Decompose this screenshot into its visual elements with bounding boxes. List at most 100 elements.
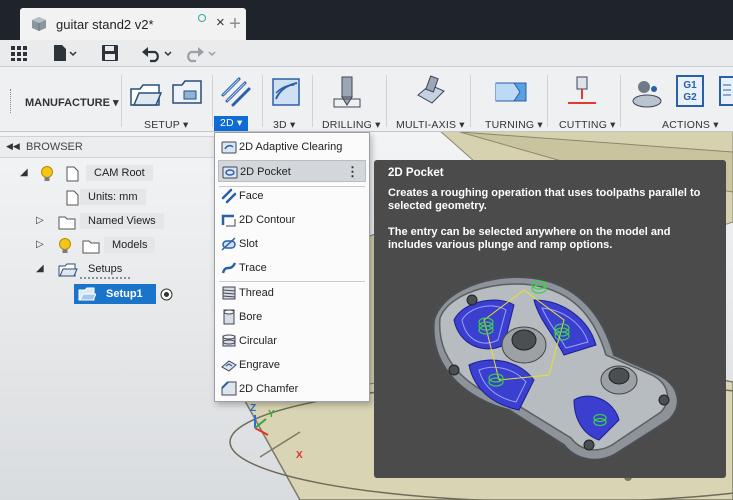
menu-item-2d-adaptive-clearing[interactable]: 2D Adaptive Clearing xyxy=(218,136,366,158)
tree-label-setups: Setups xyxy=(80,261,131,279)
separator xyxy=(121,75,122,127)
group-actions[interactable]: ACTIONS ▾ xyxy=(662,119,719,131)
undo-icon[interactable] xyxy=(141,44,175,64)
new-setup-icon[interactable] xyxy=(128,75,162,109)
tree-label-setup1: Setup1 xyxy=(106,288,143,300)
menu-item-label: Bore xyxy=(239,311,263,323)
separator xyxy=(620,75,621,127)
menu-item-bore[interactable]: Bore xyxy=(218,306,366,328)
group-setup[interactable]: SETUP ▾ xyxy=(144,119,188,131)
tooltip-paragraph-1: Creates a roughing operation that uses t… xyxy=(388,187,701,212)
menu-item-face[interactable]: Face xyxy=(218,185,366,207)
tree-node-cam-root[interactable]: ◢ CAM Root xyxy=(20,164,160,184)
group-2d[interactable]: 2D ▾ xyxy=(214,116,249,131)
bore-icon xyxy=(223,309,235,325)
expand-triangle-icon[interactable]: ▷ xyxy=(36,239,44,250)
thread-icon xyxy=(222,286,236,300)
tree-node-setups[interactable]: ◢ Setups xyxy=(36,260,176,280)
pocket-icon xyxy=(222,166,238,179)
menu-item-2d-pocket[interactable]: 2D Pocket ⋮ xyxy=(218,160,366,182)
group-cutting-label: CUTTING xyxy=(559,119,608,131)
tree-node-setup1[interactable]: Setup1 xyxy=(74,284,156,304)
menu-item-slot[interactable]: Slot xyxy=(218,233,366,255)
document-icon xyxy=(66,166,79,182)
document-tab[interactable]: guitar stand2 v2* × xyxy=(20,8,246,40)
tooltip-title: 2D Pocket xyxy=(388,167,444,179)
slot-icon xyxy=(221,237,236,251)
triad-y-label: Y xyxy=(268,409,275,420)
browser-header[interactable]: ◀◀ BROWSER xyxy=(0,136,214,158)
menu-item-circular[interactable]: Circular xyxy=(218,330,366,352)
tree-node-units[interactable]: Units: mm xyxy=(58,188,168,208)
group-turning[interactable]: TURNING ▾ xyxy=(485,119,543,131)
redo-icon[interactable] xyxy=(185,44,219,64)
chamfer-icon xyxy=(221,381,237,396)
menu-item-thread[interactable]: Thread xyxy=(218,282,366,304)
group-multi-axis-label: MULTI-AXIS xyxy=(396,119,457,131)
workspace-switcher[interactable]: MANUFACTURE ▾ xyxy=(25,96,119,109)
group-multi-axis[interactable]: MULTI-AXIS ▾ xyxy=(396,119,465,131)
grid-menu-icon[interactable] xyxy=(10,44,28,64)
setup-sheet-icon[interactable] xyxy=(718,75,733,109)
collapse-browser-icon[interactable]: ◀◀ xyxy=(6,141,20,152)
tree-node-named-views[interactable]: ▷ Named Views xyxy=(36,212,176,232)
menu-item-label: Trace xyxy=(239,262,267,274)
group-3d-label: 3D xyxy=(273,119,287,131)
tooltip-paragraph-2: The entry can be selected anywhere on th… xyxy=(388,226,671,251)
browser-title: BROWSER xyxy=(26,141,83,153)
title-bar: guitar stand2 v2* × + xyxy=(0,0,733,40)
group-3d[interactable]: 3D ▾ xyxy=(273,119,295,131)
collapse-triangle-icon[interactable]: ◢ xyxy=(36,263,44,274)
separator xyxy=(312,75,313,127)
engrave-icon xyxy=(221,360,237,372)
multi-axis-icon[interactable] xyxy=(414,75,448,109)
menu-item-label: Face xyxy=(239,190,264,202)
group-actions-label: ACTIONS xyxy=(662,119,711,131)
tree-label-models: Models xyxy=(104,237,156,253)
g2-label: G2 xyxy=(683,92,697,103)
3d-adaptive-icon[interactable] xyxy=(270,75,304,109)
more-options-icon[interactable]: ⋮ xyxy=(346,164,359,180)
group-drilling-label: DRILLING xyxy=(322,119,373,131)
group-turning-label: TURNING xyxy=(485,119,535,131)
trace-icon xyxy=(221,262,237,274)
drill-icon[interactable] xyxy=(330,75,364,109)
menu-item-label: Circular xyxy=(239,335,277,347)
post-process-button[interactable]: G1 G2 xyxy=(676,75,704,107)
turning-icon[interactable] xyxy=(494,75,528,109)
file-icon[interactable] xyxy=(52,44,78,64)
tree-node-models[interactable]: ▷ Models xyxy=(36,236,176,256)
ribbon-toolbar: MANUFACTURE ▾ SETUP ▾ 2D ▾ 3D ▾ DRILLING… xyxy=(0,67,733,132)
quick-access-toolbar xyxy=(0,40,733,67)
group-drilling[interactable]: DRILLING ▾ xyxy=(322,119,381,131)
folder-icon xyxy=(58,216,76,230)
separator xyxy=(212,75,213,127)
grip-handle[interactable] xyxy=(10,89,12,113)
tree-label-cam-root: CAM Root xyxy=(86,165,153,181)
lightbulb-icon[interactable] xyxy=(58,237,72,255)
pocket-preview-image xyxy=(432,276,679,460)
menu-item-2d-contour[interactable]: 2D Contour xyxy=(218,209,366,231)
lightbulb-icon[interactable] xyxy=(40,165,54,183)
tooltip-2d-pocket: 2D Pocket Creates a roughing operation t… xyxy=(374,160,726,478)
activate-radio-icon[interactable] xyxy=(160,288,173,301)
simulate-icon[interactable] xyxy=(630,75,664,109)
group-cutting[interactable]: CUTTING ▾ xyxy=(559,119,616,131)
cutting-icon[interactable] xyxy=(565,75,599,109)
separator xyxy=(262,75,263,127)
collapse-triangle-icon[interactable]: ◢ xyxy=(20,167,28,178)
group-setup-label: SETUP xyxy=(144,119,180,131)
separator xyxy=(547,75,548,127)
menu-item-engrave[interactable]: Engrave xyxy=(218,354,366,376)
menu-item-2d-chamfer[interactable]: 2D Chamfer xyxy=(218,378,366,400)
save-icon[interactable] xyxy=(101,44,119,64)
menu-item-trace[interactable]: Trace xyxy=(218,257,366,279)
tree-label-units: Units: mm xyxy=(80,189,146,205)
setup-folder-icon xyxy=(78,287,96,301)
contour-icon xyxy=(221,214,236,227)
new-tab-button[interactable]: + xyxy=(222,8,248,40)
2d-adaptive-icon[interactable] xyxy=(219,75,253,109)
menu-item-label: Engrave xyxy=(239,359,280,371)
setup-folder-icon[interactable] xyxy=(170,75,204,109)
expand-triangle-icon[interactable]: ▷ xyxy=(36,215,44,226)
